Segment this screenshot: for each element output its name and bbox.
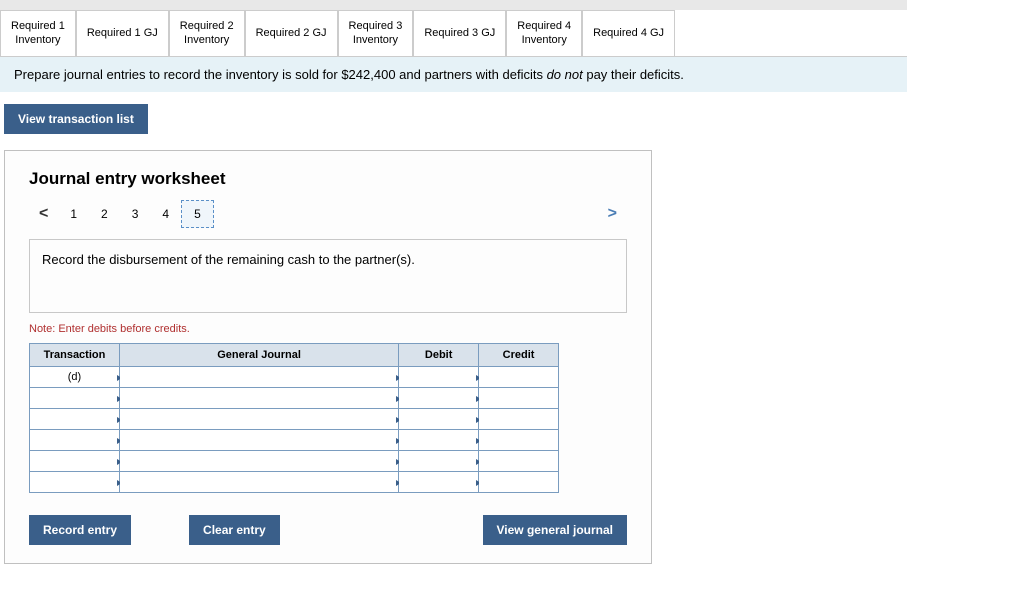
je-cell[interactable] — [30, 429, 120, 450]
instruction-post: pay their deficits. — [583, 67, 684, 82]
view-general-journal-button[interactable]: View general journal — [483, 515, 627, 545]
je-cell[interactable] — [30, 387, 120, 408]
je-cell[interactable] — [30, 450, 120, 471]
clear-entry-button[interactable]: Clear entry — [189, 515, 280, 545]
tabs-row: Required 1InventoryRequired 1 GJRequired… — [0, 10, 907, 57]
col-header-general-journal: General Journal — [119, 343, 398, 366]
je-cell[interactable] — [399, 429, 479, 450]
col-header-debit: Debit — [399, 343, 479, 366]
je-cell[interactable] — [479, 450, 559, 471]
pager-step-3[interactable]: 3 — [120, 201, 151, 227]
je-cell[interactable] — [119, 408, 398, 429]
je-cell[interactable] — [119, 471, 398, 492]
je-cell[interactable] — [399, 408, 479, 429]
record-entry-button[interactable]: Record entry — [29, 515, 131, 545]
tab-0[interactable]: Required 1Inventory — [0, 10, 76, 56]
tab-2[interactable]: Required 2Inventory — [169, 10, 245, 56]
pager-step-1[interactable]: 1 — [58, 201, 89, 227]
je-cell[interactable] — [399, 387, 479, 408]
je-cell[interactable] — [479, 366, 559, 387]
je-cell[interactable] — [479, 471, 559, 492]
je-cell[interactable] — [479, 408, 559, 429]
pager-step-4[interactable]: 4 — [150, 201, 181, 227]
view-transaction-list-button[interactable]: View transaction list — [4, 104, 148, 134]
je-cell[interactable] — [399, 366, 479, 387]
pager-step-2[interactable]: 2 — [89, 201, 120, 227]
je-cell[interactable] — [30, 408, 120, 429]
je-cell[interactable] — [479, 429, 559, 450]
top-gray-bar — [0, 0, 907, 10]
col-header-credit: Credit — [479, 343, 559, 366]
instruction-banner: Prepare journal entries to record the in… — [0, 57, 907, 92]
pager-step-5[interactable]: 5 — [181, 200, 214, 228]
col-header-transaction: Transaction — [30, 343, 120, 366]
je-cell[interactable] — [119, 366, 398, 387]
je-cell[interactable]: (d) — [30, 366, 120, 387]
je-cell[interactable] — [119, 387, 398, 408]
journal-entry-worksheet: Journal entry worksheet < 12345 > Record… — [4, 150, 652, 564]
entry-prompt: Record the disbursement of the remaining… — [29, 239, 627, 313]
tab-5[interactable]: Required 3 GJ — [413, 10, 506, 56]
instruction-em: do not — [547, 67, 583, 82]
instruction-pre: Prepare journal entries to record the in… — [14, 67, 547, 82]
debits-note: Note: Enter debits before credits. — [29, 323, 627, 335]
journal-entry-table: Transaction General Journal Debit Credit… — [29, 343, 559, 493]
pager: < 12345 > — [29, 201, 627, 227]
je-cell[interactable] — [119, 450, 398, 471]
tab-6[interactable]: Required 4Inventory — [506, 10, 582, 56]
je-cell[interactable] — [479, 387, 559, 408]
je-cell[interactable] — [399, 471, 479, 492]
tab-3[interactable]: Required 2 GJ — [245, 10, 338, 56]
chevron-right-icon[interactable]: > — [598, 201, 627, 227]
tab-7[interactable]: Required 4 GJ — [582, 10, 675, 56]
tab-4[interactable]: Required 3Inventory — [338, 10, 414, 56]
je-cell[interactable] — [119, 429, 398, 450]
worksheet-title: Journal entry worksheet — [29, 169, 627, 189]
chevron-left-icon[interactable]: < — [29, 201, 58, 227]
tab-1[interactable]: Required 1 GJ — [76, 10, 169, 56]
je-cell[interactable] — [30, 471, 120, 492]
je-cell[interactable] — [399, 450, 479, 471]
